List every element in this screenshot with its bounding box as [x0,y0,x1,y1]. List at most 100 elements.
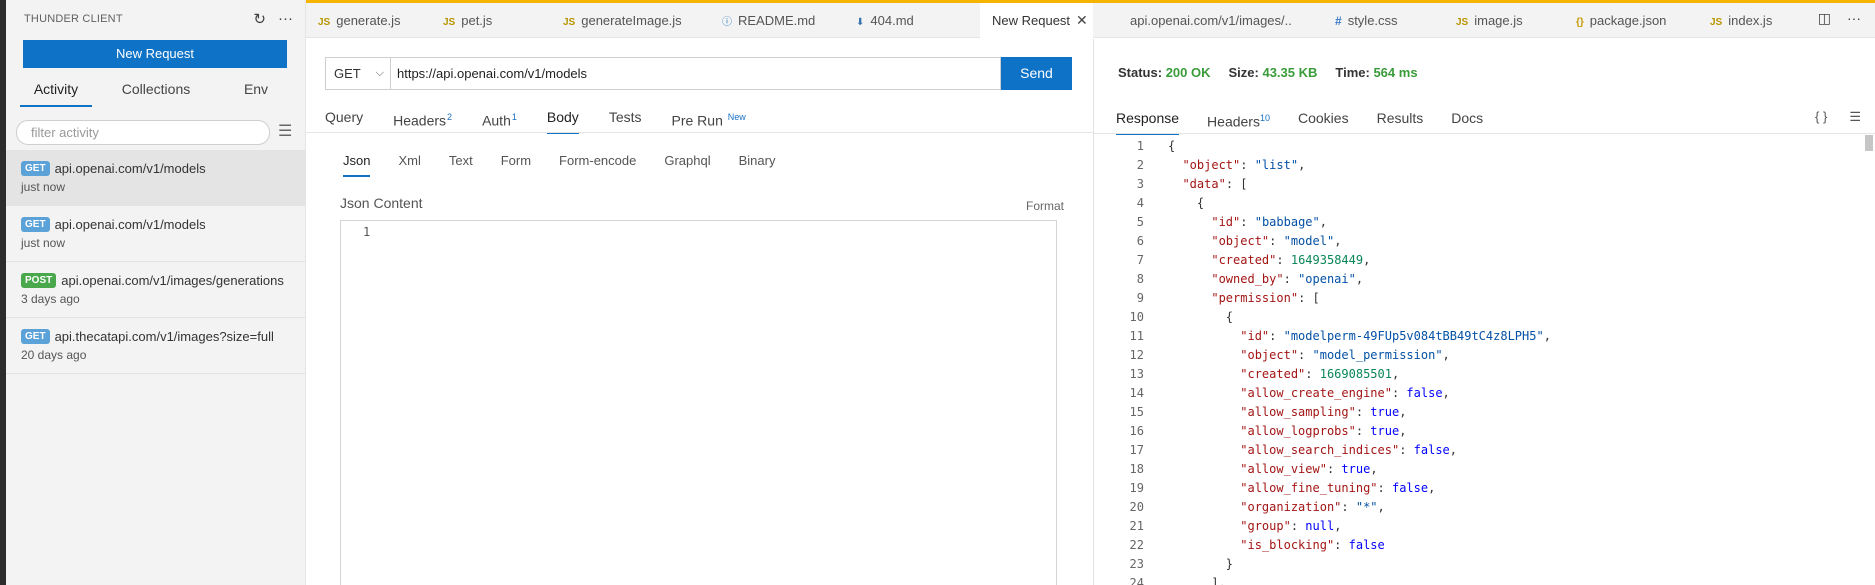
close-icon[interactable]: ✕ [1076,12,1088,28]
json-file-icon: {} [1576,17,1584,28]
send-button[interactable]: Send [1001,57,1072,90]
tab-query[interactable]: Query [325,106,363,134]
tab-pet-js[interactable]: JS pet.js [443,3,492,38]
filter-activity-input[interactable]: filter activity [16,120,270,145]
scrollbar-thumb[interactable] [1865,135,1873,151]
line-number: 1 [1136,139,1144,153]
tab-pre-run[interactable]: Pre Run New [672,106,746,134]
code-line: 1{ [1094,137,1854,156]
line-number: 14 [1129,386,1144,400]
code-text: "allow_logprobs": true, [1240,424,1407,438]
body-tab-xml[interactable]: Xml [398,151,420,177]
line-number: 1 [363,225,371,239]
tab-generate-image-js[interactable]: JS generateImage.js [563,3,682,38]
tab-style-css[interactable]: # style.css [1335,3,1398,38]
body-tab-form-encode[interactable]: Form-encode [559,151,636,177]
line-number: 5 [1136,215,1144,229]
line-number: 4 [1136,196,1144,210]
filter-menu-icon[interactable]: ☰ [278,121,292,141]
code-line: 2 "object": "list", [1094,156,1854,175]
line-number: 22 [1129,538,1144,552]
more-actions-icon[interactable]: ··· [278,10,293,28]
tab-tests[interactable]: Tests [609,106,642,134]
tab-index-js[interactable]: JS index.js [1710,3,1772,38]
code-text: "permission": [ [1211,291,1320,305]
tab-image-js[interactable]: JS image.js [1456,3,1523,38]
new-request-button[interactable]: New Request [23,40,287,68]
method-badge: GET [21,216,50,232]
code-line: 6 "object": "model", [1094,232,1854,251]
js-file-icon: JS [563,17,576,28]
code-line: 14 "allow_create_engine": false, [1094,384,1854,403]
code-text: "allow_search_indices": false, [1240,443,1458,457]
tab-package-json[interactable]: {} package.json [1576,3,1666,38]
code-line: 21 "group": null, [1094,517,1854,536]
code-line: 13 "created": 1669085501, [1094,365,1854,384]
tab-response[interactable]: Response [1116,107,1180,135]
code-text: "group": null, [1240,519,1342,533]
body-tab-text[interactable]: Text [449,151,473,177]
info-icon: ⓘ [722,17,732,28]
tab-collections[interactable]: Collections [106,72,206,108]
code-text: "object": "model", [1211,234,1342,248]
line-number: 9 [1136,291,1144,305]
line-number: 6 [1136,234,1144,248]
code-line: 8 "owned_by": "openai", [1094,270,1854,289]
line-number: 24 [1129,576,1144,585]
line-number: 17 [1129,443,1144,457]
response-tabs: Response Headers10 Cookies Results Docs [1116,107,1511,135]
css-file-icon: # [1335,14,1342,28]
activity-list: GET api.openai.com/v1/models just now GE… [6,150,306,374]
sidebar-tabs: Activity Collections Env [6,72,306,108]
js-file-icon: JS [1456,17,1469,28]
body-tab-binary[interactable]: Binary [739,151,776,177]
body-tab-json[interactable]: Json [343,151,371,177]
code-line: 11 "id": "modelperm-49FUp5v084tBB49tC4z8… [1094,327,1854,346]
response-json-viewer[interactable]: 1{2 "object": "list", 3 "data": [4 {5 "id… [1094,137,1854,585]
refresh-icon[interactable]: ↻ [253,10,266,28]
more-actions-icon[interactable]: ··· [1847,10,1861,27]
format-button[interactable]: Format [1026,199,1064,213]
line-number: 15 [1129,405,1144,419]
code-text: "allow_fine_tuning": false, [1240,481,1436,495]
tab-readme-md[interactable]: ⓘ README.md [722,3,815,38]
tab-results[interactable]: Results [1377,107,1424,135]
code-text: } [1168,557,1234,571]
code-text: "id": "babbage", [1211,215,1327,229]
body-tab-graphql[interactable]: Graphql [664,151,710,177]
activity-item[interactable]: POST api.openai.com/v1/images/generation… [6,262,306,318]
tab-docs[interactable]: Docs [1451,107,1483,135]
tab-response-headers[interactable]: Headers10 [1207,107,1270,135]
code-line: 4 { [1094,194,1854,213]
line-number: 18 [1129,462,1144,476]
code-line: 12 "object": "model_permission", [1094,346,1854,365]
menu-icon[interactable]: ☰ [1849,109,1861,125]
tab-openai-images[interactable]: api.openai.com/v1/images/.. [1130,3,1292,38]
tab-activity[interactable]: Activity [6,72,106,108]
request-pane: GET ⌵ https://api.openai.com/v1/models S… [306,39,1093,585]
code-text: { [1168,310,1234,324]
tab-auth[interactable]: Auth1 [482,106,517,134]
method-badge: GET [21,160,50,176]
code-text: "allow_sampling": true, [1240,405,1407,419]
tab-cookies[interactable]: Cookies [1298,107,1349,135]
activity-item[interactable]: GET api.openai.com/v1/models just now [6,150,306,206]
activity-url: api.thecatapi.com/v1/images?size=full [54,328,274,344]
activity-time: 20 days ago [21,348,87,362]
url-input[interactable]: https://api.openai.com/v1/models [390,57,1001,90]
tab-new-request[interactable]: New Request ✕ [980,3,1093,38]
tab-headers[interactable]: Headers2 [393,106,452,134]
tab-generate-js[interactable]: JS generate.js [318,3,401,38]
request-tabs: Query Headers2 Auth1 Body Tests Pre Run … [325,106,1085,134]
split-editor-icon[interactable]: ◫ [1818,10,1831,27]
tab-body[interactable]: Body [546,106,579,134]
braces-icon[interactable]: { } [1815,109,1827,125]
body-tab-form[interactable]: Form [501,151,531,177]
tab-404-md[interactable]: ⬇ 404.md [856,3,914,38]
tab-env[interactable]: Env [206,72,306,108]
method-badge: GET [21,328,50,344]
json-body-editor[interactable]: 1 [340,220,1057,585]
activity-item[interactable]: GET api.thecatapi.com/v1/images?size=ful… [6,318,306,374]
activity-item[interactable]: GET api.openai.com/v1/models just now [6,206,306,262]
method-select[interactable]: GET ⌵ [325,57,390,90]
